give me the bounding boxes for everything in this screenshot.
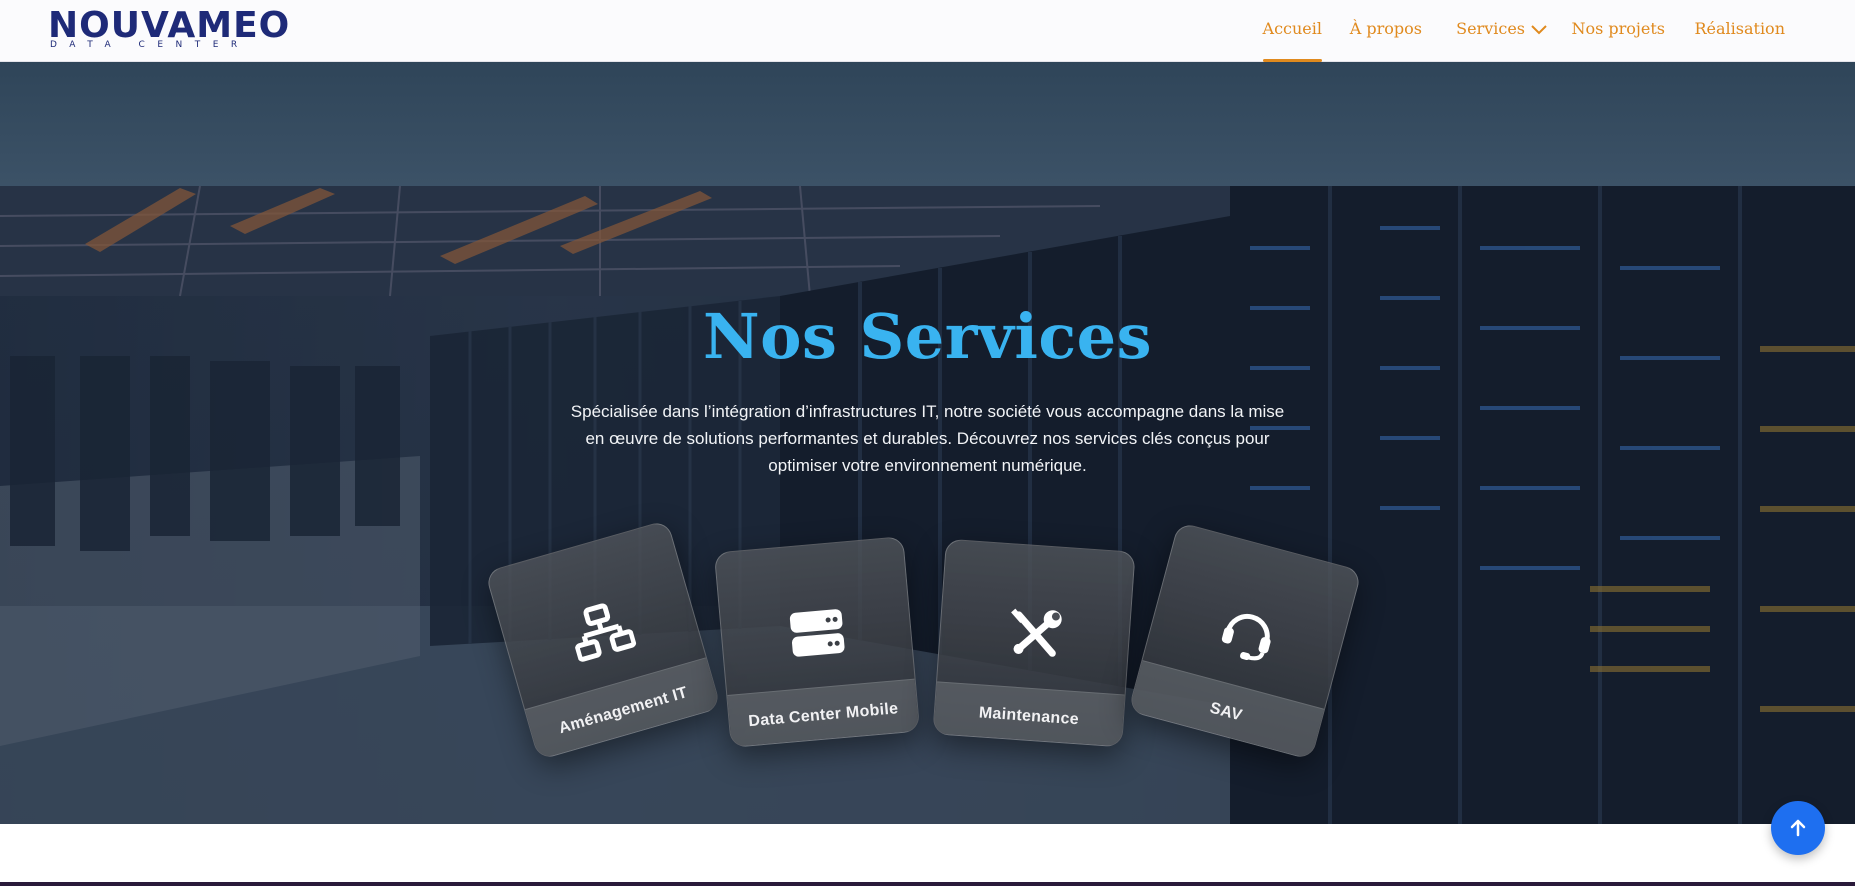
- service-card-data-center-mobile[interactable]: Data Center Mobile: [713, 536, 921, 748]
- tools-icon: [1011, 608, 1062, 657]
- arrow-up-icon: [1790, 819, 1806, 837]
- next-section: [0, 824, 1855, 882]
- chevron-down-icon: [1531, 24, 1547, 34]
- nav-item-realisation[interactable]: Réalisation: [1694, 19, 1785, 38]
- nav-item-services-label: Services: [1456, 19, 1525, 38]
- brand-logo[interactable]: NOUVAMEO DATA CENTER: [48, 6, 289, 54]
- site-header: NOUVAMEO DATA CENTER Accueil À propos Se…: [0, 0, 1855, 62]
- nav-item-nos-projets[interactable]: Nos projets: [1571, 19, 1665, 38]
- bottom-divider: [0, 882, 1855, 886]
- services-hero: [0, 186, 1855, 824]
- nav-item-services[interactable]: Services: [1456, 19, 1547, 38]
- header-spacer-band: [0, 62, 1855, 186]
- network-icon: [574, 603, 637, 662]
- headset-icon: [1221, 613, 1271, 661]
- back-to-top-button[interactable]: [1771, 801, 1825, 855]
- hero-dark-overlay: [0, 186, 1855, 824]
- service-card-maintenance[interactable]: Maintenance: [932, 538, 1136, 748]
- logo-subtitle: DATA CENTER: [50, 40, 250, 50]
- page-title: Nos Services: [702, 300, 1153, 373]
- hero-description: Spécialisée dans l’intégration d’infrast…: [570, 402, 1285, 475]
- nav-item-accueil[interactable]: Accueil: [1262, 19, 1323, 62]
- server-icon: [789, 609, 845, 657]
- nav-item-a-propos[interactable]: À propos: [1350, 19, 1422, 38]
